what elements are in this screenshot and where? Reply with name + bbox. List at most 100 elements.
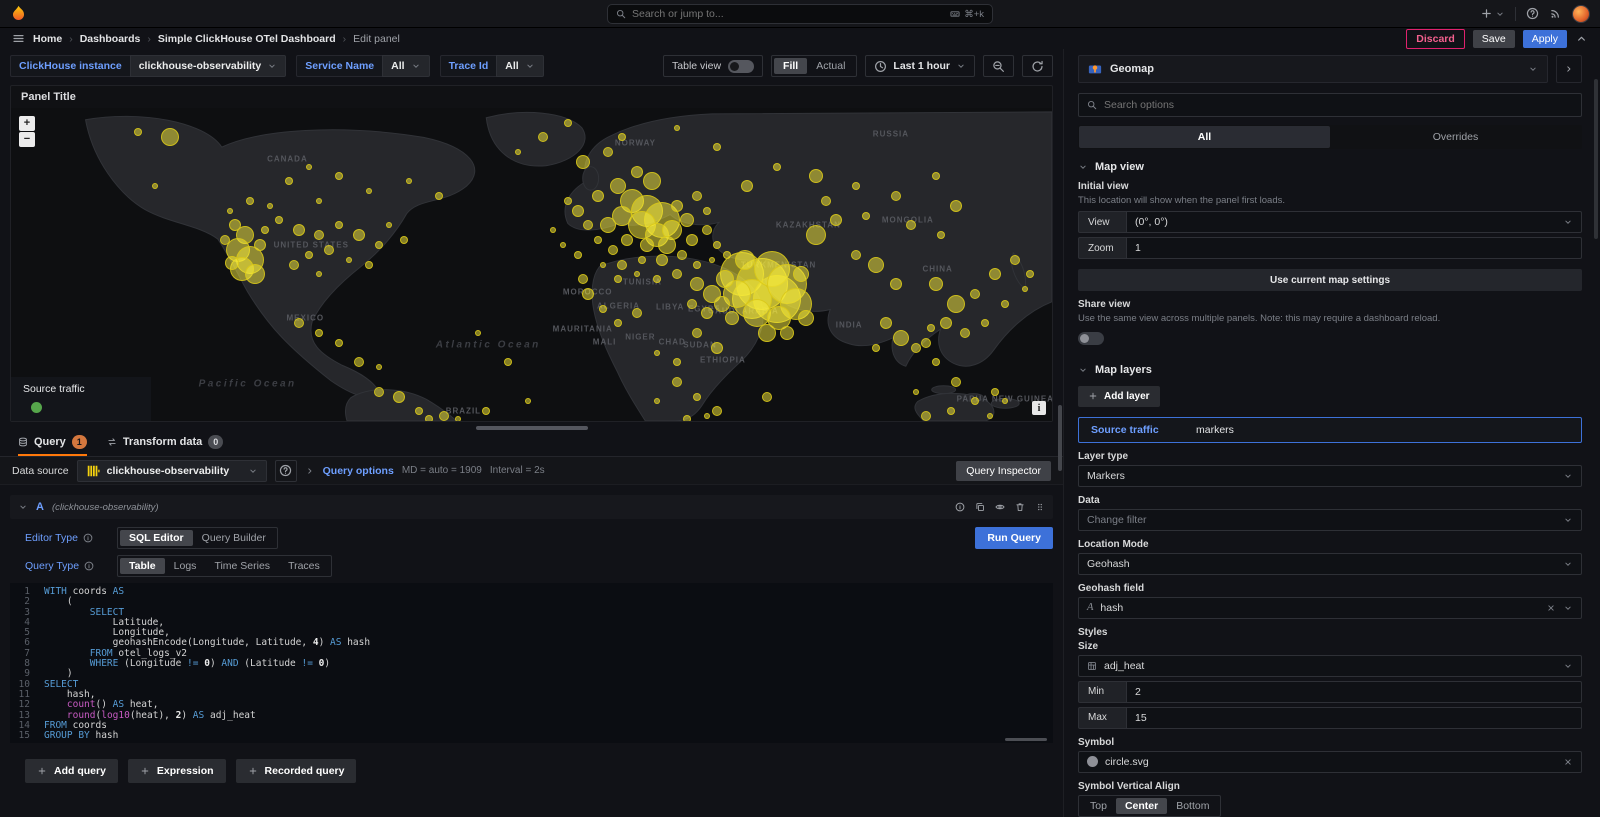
- map-zoom-in-button[interactable]: +: [19, 116, 35, 131]
- info-circle-icon[interactable]: [84, 561, 94, 571]
- map-data-marker: [475, 330, 481, 336]
- variable-clickhouse-instance[interactable]: ClickHouse instance clickhouse-observabi…: [10, 55, 286, 77]
- map-data-marker: [947, 407, 955, 415]
- variable-value[interactable]: clickhouse-observability: [130, 55, 287, 77]
- table-view-toggle[interactable]: Table view: [663, 55, 763, 77]
- keyboard-shortcut-hint: ⌘+k: [950, 9, 984, 20]
- view-select[interactable]: (0°, 0°): [1126, 211, 1582, 233]
- map-data-marker: [821, 196, 831, 206]
- variable-value[interactable]: All: [496, 55, 543, 77]
- info-circle-icon[interactable]: [83, 533, 93, 543]
- grafana-logo[interactable]: [10, 5, 27, 22]
- query-section-tabs: Query 1 Transform data 0: [0, 432, 1063, 457]
- breadcrumb-dashboards[interactable]: Dashboards: [80, 33, 141, 45]
- duplicate-query-icon[interactable]: [975, 502, 985, 512]
- drag-query-icon[interactable]: [1035, 502, 1045, 512]
- editor-type-sql[interactable]: SQL Editor: [120, 530, 193, 546]
- add-layer-button[interactable]: Add layer: [1078, 386, 1160, 407]
- breadcrumb-home[interactable]: Home: [33, 33, 62, 45]
- search-input[interactable]: [632, 8, 944, 20]
- valign-center[interactable]: Center: [1116, 798, 1167, 814]
- valign-top[interactable]: Top: [1081, 798, 1116, 814]
- apply-button[interactable]: Apply: [1523, 30, 1567, 48]
- use-current-map-settings-button[interactable]: Use current map settings: [1078, 269, 1582, 291]
- tab-transform-data[interactable]: Transform data 0: [107, 432, 223, 456]
- panel-resize-handle[interactable]: [476, 426, 588, 430]
- collapse-query-icon[interactable]: [18, 502, 28, 512]
- map-data-marker: [267, 203, 273, 209]
- options-search[interactable]: [1078, 93, 1582, 117]
- layer-card-source-traffic[interactable]: Source traffic markers: [1078, 417, 1582, 443]
- main-scrollbar-thumb[interactable]: [1058, 405, 1062, 471]
- section-map-view[interactable]: Map view: [1078, 161, 1582, 173]
- tab-overrides[interactable]: Overrides: [1330, 126, 1581, 148]
- query-help-icon[interactable]: [955, 502, 965, 512]
- save-button[interactable]: Save: [1473, 30, 1515, 48]
- run-query-button[interactable]: Run Query: [975, 527, 1053, 549]
- layer-name[interactable]: Source traffic: [1091, 424, 1196, 436]
- symbol-select[interactable]: circle.svg: [1078, 751, 1582, 773]
- panel-header[interactable]: Panel Title: [11, 86, 1052, 108]
- query-type-timeseries[interactable]: Time Series: [205, 558, 279, 574]
- collapse-options-button[interactable]: [1556, 55, 1582, 83]
- datasource-help-button[interactable]: [275, 460, 297, 482]
- global-search[interactable]: ⌘+k: [607, 4, 993, 24]
- search-icon: [616, 9, 626, 19]
- datasource-picker[interactable]: clickhouse-observability: [77, 460, 267, 482]
- time-range-picker[interactable]: Last 1 hour: [865, 55, 975, 77]
- tab-all-options[interactable]: All: [1079, 126, 1330, 148]
- valign-bottom[interactable]: Bottom: [1167, 798, 1218, 814]
- fill-actual-switch: Fill Actual: [771, 55, 857, 77]
- actual-option[interactable]: Actual: [807, 58, 854, 74]
- variable-trace-id[interactable]: Trace Id All: [440, 55, 544, 77]
- location-mode-select[interactable]: Geohash: [1078, 553, 1582, 575]
- world-map[interactable]: CANADAUNITED STATESMEXICORUSSIAKAZAKHSTA…: [11, 108, 1052, 421]
- add-recorded-query-button[interactable]: Recorded query: [236, 759, 357, 783]
- user-avatar[interactable]: [1572, 5, 1590, 23]
- editor-type-builder[interactable]: Query Builder: [193, 530, 275, 546]
- menu-icon[interactable]: [12, 32, 25, 45]
- add-expression-button[interactable]: Expression: [128, 759, 226, 783]
- query-inspector-button[interactable]: Query Inspector: [956, 461, 1051, 481]
- new-button[interactable]: [1480, 7, 1505, 20]
- zoom-input[interactable]: [1126, 237, 1582, 259]
- variable-service-name[interactable]: Service Name All: [296, 55, 429, 77]
- clear-icon[interactable]: [1546, 603, 1556, 613]
- layer-type-select[interactable]: Markers: [1078, 465, 1582, 487]
- breadcrumb-dashboard-name[interactable]: Simple ClickHouse OTel Dashboard: [158, 33, 336, 45]
- min-input[interactable]: [1126, 681, 1582, 703]
- map-zoom-out-button[interactable]: −: [19, 132, 35, 147]
- fill-option[interactable]: Fill: [774, 58, 807, 74]
- table-view-switch[interactable]: [728, 60, 754, 73]
- max-input[interactable]: [1126, 707, 1582, 729]
- data-select[interactable]: Change filter: [1078, 509, 1582, 531]
- sql-editor[interactable]: 1WITH coords AS2 (3 SELECT4 Latitude,5 L…: [10, 583, 1053, 743]
- options-scrollbar-thumb[interactable]: [1594, 79, 1598, 239]
- time-zoom-out-button[interactable]: [983, 55, 1014, 77]
- discard-button[interactable]: Discard: [1406, 29, 1465, 49]
- editor-scrollbar[interactable]: [1005, 738, 1047, 741]
- tab-query[interactable]: Query 1: [18, 432, 87, 456]
- remove-query-icon[interactable]: [1015, 502, 1025, 512]
- news-icon[interactable]: [1549, 7, 1562, 20]
- options-search-input[interactable]: [1104, 99, 1573, 111]
- hide-response-icon[interactable]: [995, 502, 1005, 512]
- add-query-button[interactable]: Add query: [25, 759, 118, 783]
- query-type-traces[interactable]: Traces: [279, 558, 329, 574]
- size-select[interactable]: adj_heat: [1078, 655, 1582, 677]
- query-options-link[interactable]: Query options: [323, 465, 394, 477]
- geohash-field-select[interactable]: A hash: [1078, 597, 1582, 619]
- query-type-logs[interactable]: Logs: [165, 558, 206, 574]
- section-map-layers[interactable]: Map layers: [1078, 364, 1582, 376]
- share-view-toggle[interactable]: [1078, 332, 1104, 345]
- map-legend: Source traffic: [11, 377, 151, 421]
- clear-icon[interactable]: [1563, 757, 1573, 767]
- query-type-table[interactable]: Table: [120, 558, 165, 574]
- map-attribution-button[interactable]: i: [1032, 401, 1046, 415]
- refresh-button[interactable]: [1022, 55, 1053, 77]
- help-icon[interactable]: [1526, 7, 1539, 20]
- visualization-picker[interactable]: Geomap: [1078, 55, 1548, 83]
- variable-value[interactable]: All: [382, 55, 429, 77]
- query-row-a[interactable]: A (clickhouse-observability): [10, 495, 1053, 519]
- collapse-header-icon[interactable]: [1575, 32, 1588, 45]
